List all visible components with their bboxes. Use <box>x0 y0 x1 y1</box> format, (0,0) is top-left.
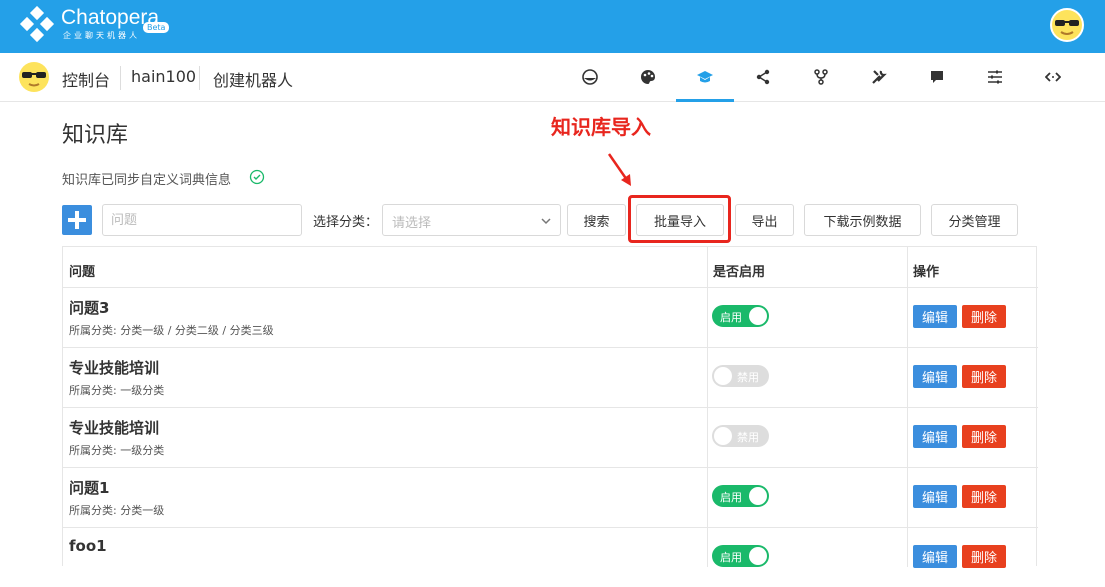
table-row: 问题1 所属分类: 分类一级 启用 编辑 删除 <box>63 467 1038 527</box>
graduation-cap-icon[interactable] <box>694 66 716 88</box>
toggle-knob <box>714 427 732 445</box>
table-row: 专业技能培训 所属分类: 一级分类 禁用 编辑 删除 <box>63 347 1038 407</box>
tools-icon[interactable] <box>868 66 890 88</box>
column-header-question: 问题 <box>69 265 96 280</box>
add-question-button[interactable] <box>62 205 92 235</box>
bot-avatar-icon <box>19 62 49 92</box>
toggle-knob <box>749 307 767 325</box>
breadcrumb-divider <box>120 66 121 90</box>
edit-button[interactable]: 编辑 <box>913 425 957 448</box>
toggle-label: 启用 <box>720 551 742 564</box>
dashboard-icon[interactable] <box>579 66 601 88</box>
user-avatar-icon[interactable] <box>1050 8 1084 42</box>
enabled-toggle[interactable]: 启用 <box>712 485 769 507</box>
top-bar: Chatopera 企业聊天机器人 Beta <box>0 0 1105 53</box>
annotation-highlight-box <box>628 195 731 243</box>
toggle-knob <box>749 487 767 505</box>
palette-icon[interactable] <box>637 66 659 88</box>
breadcrumb-create-bot[interactable]: 创建机器人 <box>213 67 293 91</box>
question-category: 所属分类: 分类一级 <box>69 504 165 517</box>
annotation-label: 知识库导入 <box>551 115 651 139</box>
code-icon[interactable] <box>1042 66 1064 88</box>
active-tab-indicator <box>676 99 734 102</box>
delete-button[interactable]: 删除 <box>962 365 1006 388</box>
category-select[interactable]: 请选择 <box>382 204 561 236</box>
enabled-toggle[interactable]: 禁用 <box>712 365 769 387</box>
secondary-nav: 控制台 hain100 创建机器人 <box>0 53 1105 102</box>
question-category: 所属分类: 一级分类 <box>69 444 165 457</box>
delete-button[interactable]: 删除 <box>962 305 1006 328</box>
question-category: 所属分类: 一级分类 <box>69 384 165 397</box>
question-title[interactable]: 问题3 <box>69 297 109 318</box>
table-row: foo1 启用 编辑 删除 <box>63 527 1038 587</box>
toggle-knob <box>714 367 732 385</box>
breadcrumb-console[interactable]: 控制台 <box>62 67 110 91</box>
chatopera-logo-icon[interactable] <box>18 6 58 46</box>
question-title[interactable]: foo1 <box>69 537 107 555</box>
delete-button[interactable]: 删除 <box>962 425 1006 448</box>
chat-icon[interactable] <box>926 66 948 88</box>
chevron-down-icon <box>541 218 551 225</box>
question-title[interactable]: 专业技能培训 <box>69 417 159 438</box>
column-header-actions: 操作 <box>913 265 940 280</box>
toggle-label: 禁用 <box>737 371 759 384</box>
brand-subtitle: 企业聊天机器人 <box>63 31 140 40</box>
table-row: 问题3 所属分类: 分类一级 / 分类二级 / 分类三级 启用 编辑 删除 <box>63 287 1038 347</box>
question-title[interactable]: 专业技能培训 <box>69 357 159 378</box>
page-title: 知识库 <box>62 123 129 148</box>
share-icon[interactable] <box>752 66 774 88</box>
edit-button[interactable]: 编辑 <box>913 365 957 388</box>
category-select-placeholder: 请选择 <box>392 216 432 231</box>
column-header-enabled: 是否启用 <box>713 265 766 280</box>
download-sample-button[interactable]: 下载示例数据 <box>804 204 921 236</box>
enabled-toggle[interactable]: 启用 <box>712 545 769 567</box>
sliders-icon[interactable] <box>984 66 1006 88</box>
annotation-arrow-icon <box>607 153 631 186</box>
enabled-toggle[interactable]: 禁用 <box>712 425 769 447</box>
edit-button[interactable]: 编辑 <box>913 485 957 508</box>
category-label: 选择分类： <box>313 215 379 230</box>
knowledge-table: 问题 是否启用 操作 问题3 所属分类: 分类一级 / 分类二级 / 分类三级 … <box>62 246 1038 568</box>
fork-icon[interactable] <box>810 66 832 88</box>
breadcrumb-divider <box>199 66 200 90</box>
edit-button[interactable]: 编辑 <box>913 545 957 568</box>
question-category: 所属分类: 分类一级 / 分类二级 / 分类三级 <box>69 324 274 337</box>
export-button[interactable]: 导出 <box>735 204 794 236</box>
toggle-label: 启用 <box>720 311 742 324</box>
check-circle-icon <box>249 169 265 185</box>
toggle-knob <box>749 547 767 565</box>
beta-badge: Beta <box>143 22 170 33</box>
sync-info-text: 知识库已同步自定义词典信息 <box>62 173 232 188</box>
category-manage-button[interactable]: 分类管理 <box>931 204 1018 236</box>
table-row: 专业技能培训 所属分类: 一级分类 禁用 编辑 删除 <box>63 407 1038 467</box>
delete-button[interactable]: 删除 <box>962 545 1006 568</box>
toggle-label: 禁用 <box>737 431 759 444</box>
enabled-toggle[interactable]: 启用 <box>712 305 769 327</box>
delete-button[interactable]: 删除 <box>962 485 1006 508</box>
toggle-label: 启用 <box>720 491 742 504</box>
breadcrumb-bot-name[interactable]: hain100 <box>131 67 196 86</box>
question-title[interactable]: 问题1 <box>69 477 109 498</box>
edit-button[interactable]: 编辑 <box>913 305 957 328</box>
question-search-input[interactable] <box>102 204 302 236</box>
search-button[interactable]: 搜索 <box>567 204 626 236</box>
